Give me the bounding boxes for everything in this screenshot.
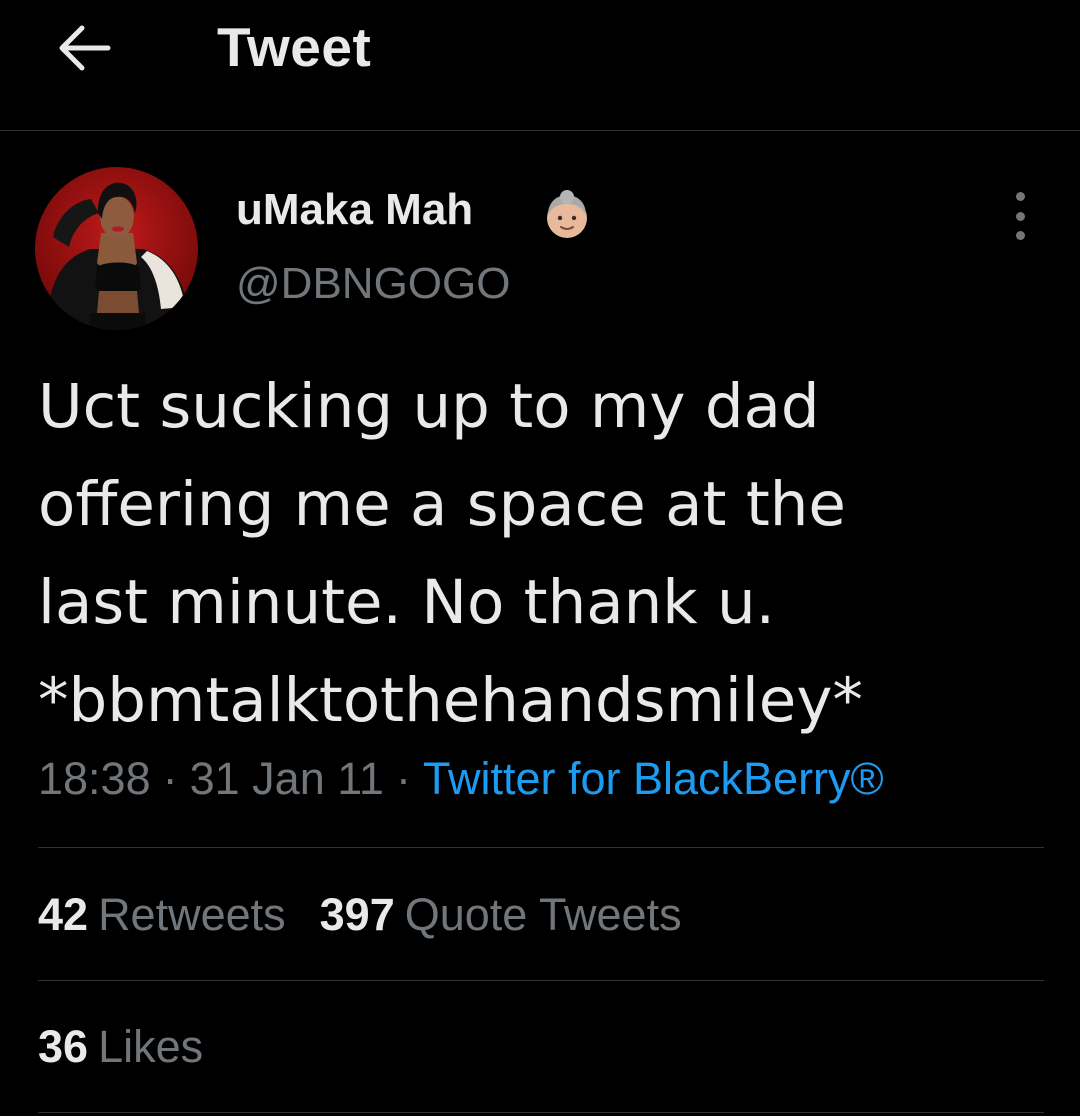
top-bar: Tweet: [0, 0, 1080, 131]
divider: [38, 1112, 1044, 1113]
more-options-button[interactable]: [1000, 192, 1040, 240]
tweet-time[interactable]: 18:38: [38, 753, 151, 804]
page-title: Tweet: [217, 16, 372, 78]
likes-label: Likes: [98, 1021, 204, 1072]
meta-separator: ·: [162, 753, 178, 804]
meta-separator: ·: [395, 753, 411, 804]
likes-stat[interactable]: 36 Likes: [38, 1020, 203, 1074]
engagement-stats: 42 Retweets 397 Quote Tweets: [38, 888, 716, 942]
tweet-text-line: Uct sucking up to my dad: [38, 371, 820, 442]
tweet-text-line: *bbmtalktothehandsmiley*: [38, 665, 863, 736]
avatar[interactable]: [35, 167, 198, 330]
divider: [38, 980, 1044, 981]
tweet-meta: 18:38 · 31 Jan 11 · Twitter for BlackBerry®: [38, 752, 884, 806]
author-handle[interactable]: @DBNGOGO: [236, 259, 510, 308]
tweet-text-line: last minute. No thank u.: [38, 567, 776, 638]
back-button[interactable]: [52, 20, 114, 76]
quote-tweets-stat[interactable]: 397 Quote Tweets: [320, 888, 682, 942]
tweet-date[interactable]: 31 Jan 11: [190, 753, 384, 804]
divider: [38, 847, 1044, 848]
likes-row: 36 Likes: [38, 1020, 237, 1074]
arrow-left-icon: [59, 25, 111, 71]
author-display-name[interactable]: uMaka Mah: [236, 185, 473, 234]
avatar-image: [35, 167, 198, 330]
retweets-count: 42: [38, 889, 89, 940]
tweet-text: Uct sucking up to my dad offering me a s…: [38, 358, 1048, 750]
tweet-source-link[interactable]: Twitter for BlackBerry®: [423, 753, 884, 804]
more-vertical-icon: [1015, 192, 1025, 201]
tweet-text-line: offering me a space at the: [38, 469, 846, 540]
retweets-label: Retweets: [98, 889, 286, 940]
older-woman-emoji-icon: [547, 190, 587, 238]
retweets-stat[interactable]: 42 Retweets: [38, 888, 286, 942]
quote-tweets-label: Quote Tweets: [404, 889, 682, 940]
quote-tweets-count: 397: [319, 889, 395, 940]
more-dot: [1015, 231, 1025, 240]
more-dot: [1015, 211, 1025, 221]
likes-count: 36: [38, 1021, 89, 1072]
